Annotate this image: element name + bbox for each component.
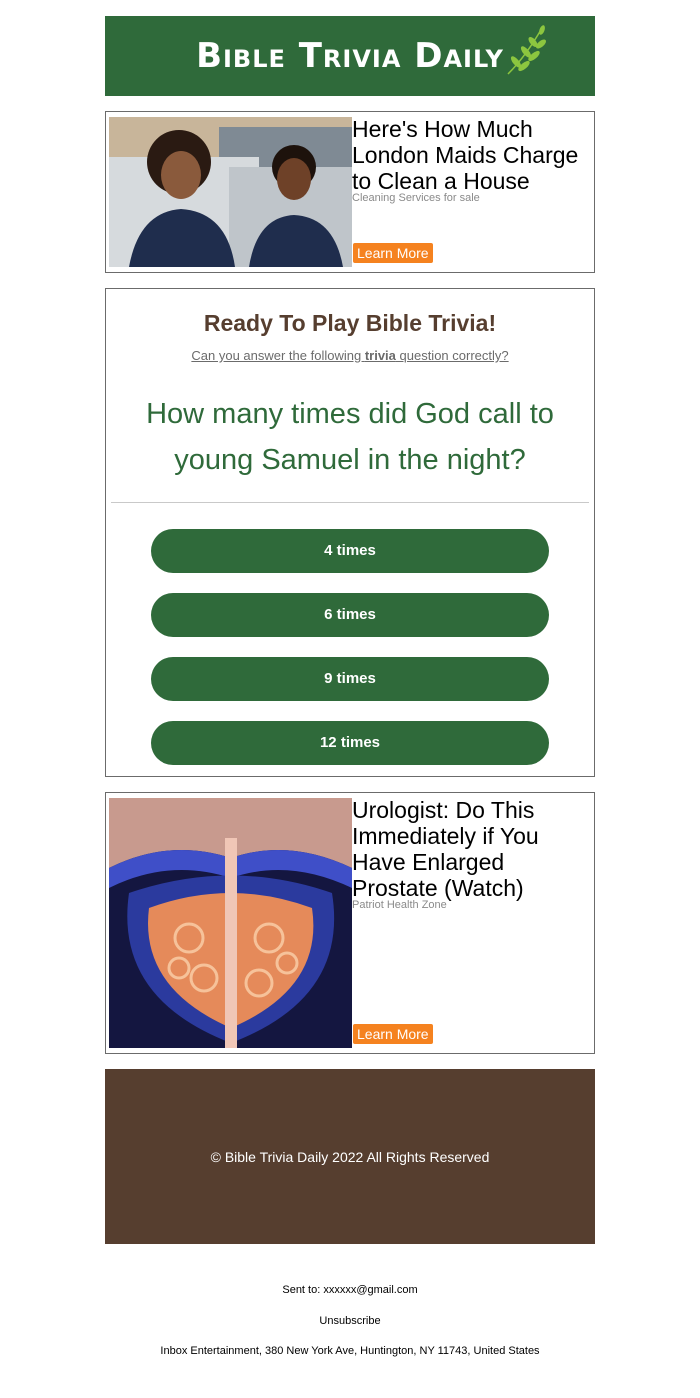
quiz-subtitle-post: question correctly? (395, 348, 509, 363)
answer-list: 4 times 6 times 9 times 12 times (106, 529, 594, 765)
answer-button[interactable]: 12 times (151, 721, 549, 765)
email-header: Bible Trivia Daily (105, 16, 595, 96)
olive-branch-icon (507, 25, 546, 75)
unsubscribe-link[interactable]: Unsubscribe (0, 1315, 700, 1327)
ad-headline[interactable]: Urologist: Do This Immediately if You Ha… (352, 797, 590, 901)
sponsored-ad-top[interactable]: Here's How Much London Maids Charge to C… (105, 111, 595, 273)
quiz-subtitle[interactable]: Can you answer the following trivia ques… (106, 348, 594, 363)
sent-to-label: Sent to: (282, 1284, 324, 1296)
ad-text-block: Here's How Much London Maids Charge to C… (352, 116, 590, 204)
quiz-title: Ready To Play Bible Trivia! (203, 310, 497, 336)
trivia-question: How many times did God call to young Sam… (146, 398, 554, 476)
ad-image-prostate[interactable] (109, 798, 352, 1048)
brand-logo: Bible Trivia Daily (196, 25, 546, 76)
learn-more-button[interactable]: Learn More (353, 243, 433, 263)
footer-block: © Bible Trivia Daily 2022 All Rights Res… (105, 1069, 595, 1244)
copyright-text: © Bible Trivia Daily 2022 All Rights Res… (210, 1148, 490, 1165)
learn-more-button[interactable]: Learn More (353, 1024, 433, 1044)
sponsored-ad-bottom[interactable]: Urologist: Do This Immediately if You Ha… (105, 792, 595, 1054)
postal-address: Inbox Entertainment, 380 New York Ave, H… (160, 1345, 540, 1357)
sent-to-line: Sent to: xxxxxx@gmail.com (0, 1284, 700, 1296)
brand-title: Bible Trivia Daily (196, 36, 504, 76)
divider (111, 502, 589, 503)
quiz-subtitle-bold: trivia (364, 348, 396, 363)
ad-headline[interactable]: Here's How Much London Maids Charge to C… (352, 116, 590, 194)
answer-button[interactable]: 6 times (151, 593, 549, 637)
ad-text-block: Urologist: Do This Immediately if You Ha… (352, 797, 590, 911)
trivia-card: Ready To Play Bible Trivia! Can you answ… (105, 288, 595, 777)
quiz-subtitle-pre: Can you answer the following (191, 348, 365, 363)
sent-to-email[interactable]: xxxxxx@gmail.com (323, 1284, 417, 1296)
ad-image-cleaners[interactable] (109, 117, 352, 267)
answer-button[interactable]: 4 times (151, 529, 549, 573)
answer-button[interactable]: 9 times (151, 657, 549, 701)
ad-source: Cleaning Services for sale (352, 192, 480, 204)
